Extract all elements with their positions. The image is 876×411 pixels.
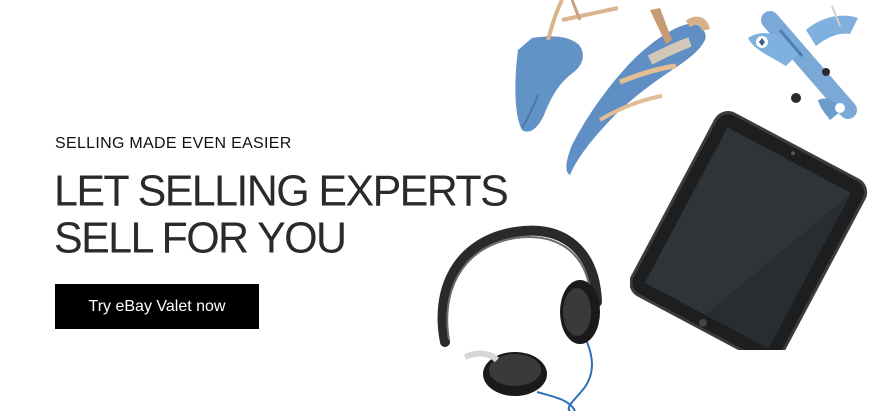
headline-line-1: LET SELLING EXPERTS xyxy=(54,166,509,216)
tablet-image xyxy=(630,111,868,350)
try-ebay-valet-button[interactable]: Try eBay Valet now xyxy=(55,284,259,329)
headphones-image xyxy=(437,225,602,411)
eyebrow-text: SELLING MADE EVEN EASIER xyxy=(55,135,292,152)
promo-banner: SELLING MADE EVEN EASIER LET SELLING EXP… xyxy=(0,0,876,411)
toy-plane-image xyxy=(748,5,858,120)
